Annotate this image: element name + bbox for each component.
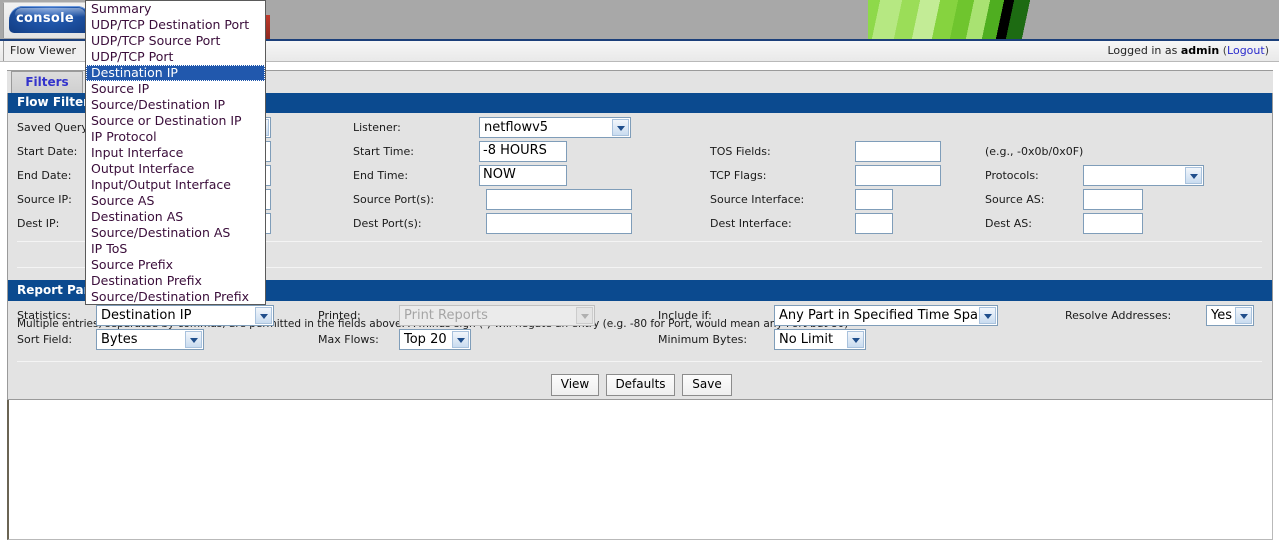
defaults-button[interactable]: Defaults xyxy=(606,374,675,396)
dropdown-option[interactable]: Source AS xyxy=(86,193,265,209)
tos-fields-input[interactable] xyxy=(855,141,941,162)
label-resolve-addresses: Resolve Addresses: xyxy=(1065,309,1172,322)
statistics-select[interactable]: Destination IP xyxy=(96,305,274,326)
label-end-date: End Date: xyxy=(17,169,72,182)
chevron-down-icon[interactable] xyxy=(255,307,272,324)
dropdown-option[interactable]: Output Interface xyxy=(86,161,265,177)
dest-ports-input[interactable] xyxy=(486,213,632,234)
label-printed: Printed: xyxy=(318,309,361,322)
label-source-ports: Source Port(s): xyxy=(353,193,435,206)
chevron-down-icon[interactable] xyxy=(576,307,593,324)
dropdown-option[interactable]: Input Interface xyxy=(86,145,265,161)
report-output-area xyxy=(7,400,1273,540)
statistics-value: Destination IP xyxy=(101,308,192,323)
include-if-select[interactable]: Any Part in Specified Time Span xyxy=(774,305,998,326)
dropdown-option[interactable]: Source IP xyxy=(86,81,265,97)
resolve-addresses-value: Yes xyxy=(1211,308,1232,323)
label-dest-interface: Dest Interface: xyxy=(710,217,792,230)
label-tos-fields: TOS Fields: xyxy=(710,145,771,158)
label-source-as: Source AS: xyxy=(985,193,1045,206)
logo-text: console xyxy=(16,11,74,26)
tcp-flags-input[interactable] xyxy=(855,165,941,186)
label-source-ip: Source IP: xyxy=(17,193,72,206)
end-time-input[interactable]: NOW xyxy=(479,165,567,186)
logged-in-username: admin xyxy=(1180,44,1220,57)
source-ports-input[interactable] xyxy=(486,189,632,210)
chevron-down-icon[interactable] xyxy=(847,331,864,348)
dropdown-option[interactable]: UDP/TCP Source Port xyxy=(86,33,265,49)
source-interface-input[interactable] xyxy=(855,189,893,210)
dest-interface-input[interactable] xyxy=(855,213,893,234)
chevron-down-icon[interactable] xyxy=(1235,307,1252,324)
flow-viewer-page: console Flow Viewer Logged in as admin (… xyxy=(0,0,1279,546)
label-end-time: End Time: xyxy=(353,169,409,182)
label-sort-field: Sort Field: xyxy=(17,333,73,346)
sort-field-value: Bytes xyxy=(101,332,138,347)
label-include-if: Include if: xyxy=(658,309,712,322)
dropdown-option[interactable]: Destination Prefix xyxy=(86,273,265,289)
label-start-date: Start Date: xyxy=(17,145,78,158)
tos-format-hint: (e.g., -0x0b/0x0F) xyxy=(985,145,1084,158)
minimum-bytes-select[interactable]: No Limit xyxy=(774,329,866,350)
label-tcp-flags: TCP Flags: xyxy=(710,169,767,182)
label-max-flows: Max Flows: xyxy=(318,333,379,346)
chevron-down-icon[interactable] xyxy=(185,331,202,348)
dropdown-option[interactable]: Summary xyxy=(86,1,265,17)
label-statistics: Statistics: xyxy=(17,309,71,322)
logged-in-prefix: Logged in as xyxy=(1107,44,1178,57)
dropdown-option[interactable]: IP Protocol xyxy=(86,129,265,145)
label-source-interface: Source Interface: xyxy=(710,193,805,206)
chevron-down-icon[interactable] xyxy=(1185,167,1202,184)
flow-viewer-tab[interactable]: Flow Viewer xyxy=(3,41,90,61)
dropdown-option[interactable]: Source Prefix xyxy=(86,257,265,273)
label-dest-ports: Dest Port(s): xyxy=(353,217,422,230)
printed-value: Print Reports xyxy=(404,308,488,323)
label-minimum-bytes: Minimum Bytes: xyxy=(658,333,748,346)
dropdown-option[interactable]: UDP/TCP Destination Port xyxy=(86,17,265,33)
dropdown-option[interactable]: Source/Destination Prefix xyxy=(86,289,265,304)
listener-value: netflowv5 xyxy=(484,120,549,135)
divider-buttons xyxy=(17,361,1262,362)
sort-field-select[interactable]: Bytes xyxy=(96,329,204,350)
max-flows-select[interactable]: Top 20 xyxy=(399,329,471,350)
view-button[interactable]: View xyxy=(551,374,599,396)
dropdown-option[interactable]: UDP/TCP Port xyxy=(86,49,265,65)
label-start-time: Start Time: xyxy=(353,145,414,158)
app-logo: console xyxy=(3,2,91,38)
tab-filters[interactable]: Filters xyxy=(11,71,83,93)
label-dest-as: Dest AS: xyxy=(985,217,1032,230)
dropdown-option[interactable]: Source/Destination IP xyxy=(86,97,265,113)
logout-link[interactable]: Logout xyxy=(1227,44,1265,57)
dest-as-input[interactable] xyxy=(1083,213,1143,234)
save-button[interactable]: Save xyxy=(682,374,732,396)
dropdown-option[interactable]: Input/Output Interface xyxy=(86,177,265,193)
logout-paren-close: ) xyxy=(1264,44,1269,57)
include-if-value: Any Part in Specified Time Span xyxy=(779,308,987,323)
protocols-select[interactable] xyxy=(1083,165,1204,186)
label-saved-query: Saved Query: xyxy=(17,121,91,134)
label-dest-ip: Dest IP: xyxy=(17,217,60,230)
printed-select[interactable]: Print Reports xyxy=(399,305,595,326)
dropdown-option[interactable]: Source or Destination IP xyxy=(86,113,265,129)
logged-in-status: Logged in as admin (Logout) xyxy=(1107,44,1269,57)
label-protocols: Protocols: xyxy=(985,169,1039,182)
chevron-down-icon[interactable] xyxy=(452,331,469,348)
resolve-addresses-select[interactable]: Yes xyxy=(1206,305,1254,326)
start-time-input[interactable]: -8 HOURS xyxy=(479,141,567,162)
chevron-down-icon[interactable] xyxy=(979,307,996,324)
chevron-down-icon[interactable] xyxy=(612,119,629,136)
dropdown-option[interactable]: Destination IP xyxy=(86,65,265,81)
minimum-bytes-value: No Limit xyxy=(779,332,834,347)
source-as-input[interactable] xyxy=(1083,189,1143,210)
header-green-banner-graphic xyxy=(868,0,1042,39)
label-listener: Listener: xyxy=(353,121,401,134)
listener-select[interactable]: netflowv5 xyxy=(479,117,631,138)
dropdown-option[interactable]: IP ToS xyxy=(86,241,265,257)
dropdown-option[interactable]: Destination AS xyxy=(86,209,265,225)
dropdown-option[interactable]: Source/Destination AS xyxy=(86,225,265,241)
statistics-dropdown-options[interactable]: Summary UDP/TCP Destination Port UDP/TCP S… xyxy=(85,0,266,305)
max-flows-value: Top 20 xyxy=(404,332,447,347)
